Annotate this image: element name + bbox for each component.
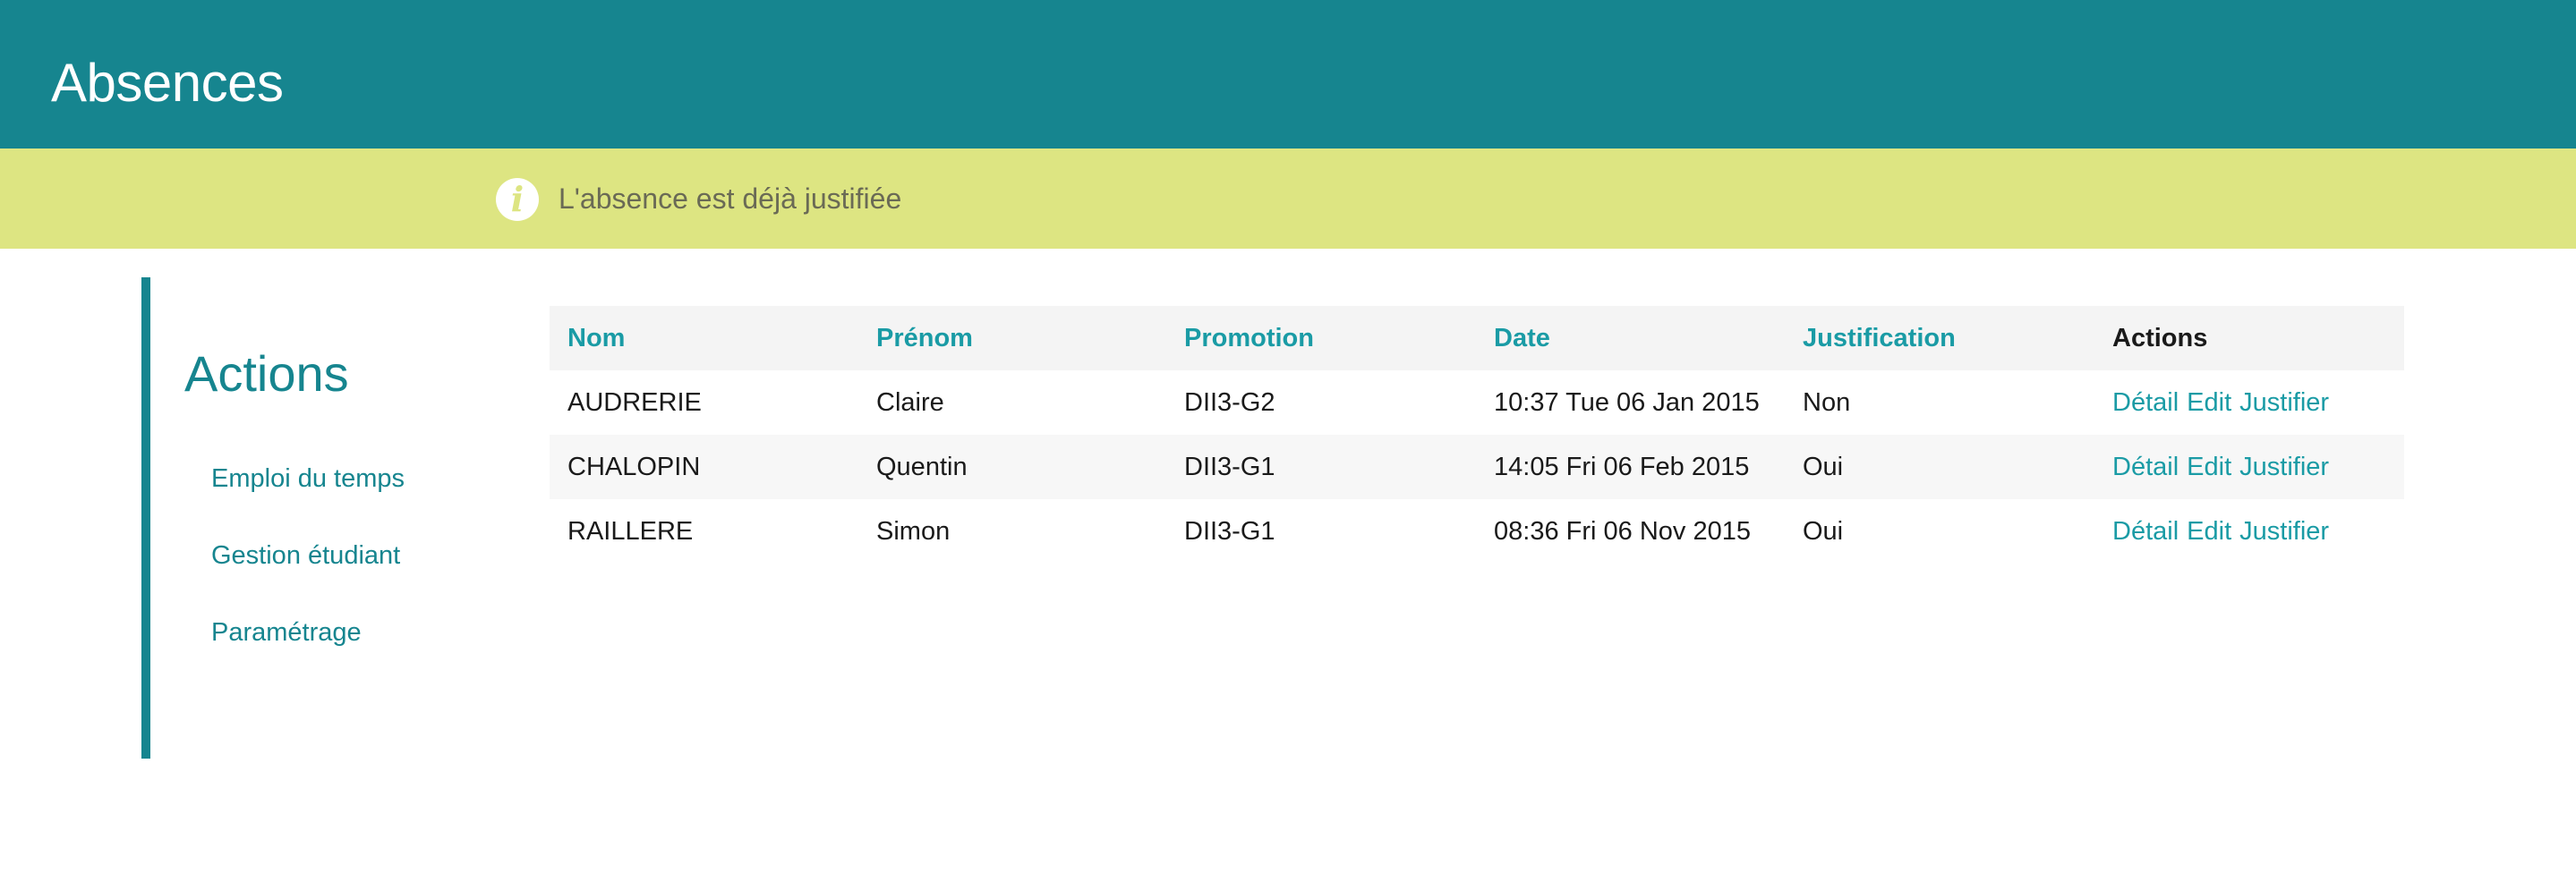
column-header-nom[interactable]: Nom <box>550 306 858 370</box>
cell-date: 14:05 Fri 06 Feb 2015 <box>1494 452 1750 481</box>
table-row: RAILLERE Simon DII3-G1 08:36 Fri 06 Nov … <box>550 499 2404 564</box>
alert-message: L'absence est déjà justifiée <box>559 182 902 215</box>
cell-prenom: Claire <box>876 387 944 417</box>
column-header-justification[interactable]: Justification <box>1785 306 2094 370</box>
detail-link[interactable]: Détail <box>2112 453 2179 481</box>
cell-justification: Oui <box>1803 452 1844 481</box>
sidebar-item-gestion-etudiant[interactable]: Gestion étudiant <box>211 539 400 572</box>
cell-nom: CHALOPIN <box>567 452 701 481</box>
sidebar-item-emploi-du-temps[interactable]: Emploi du temps <box>211 462 405 495</box>
justifier-link[interactable]: Justifier <box>2239 388 2329 417</box>
cell-prenom: Simon <box>876 516 951 546</box>
cell-prenom: Quentin <box>876 452 968 481</box>
column-header-promotion[interactable]: Promotion <box>1166 306 1476 370</box>
sidebar-divider <box>141 277 150 759</box>
cell-date: 10:37 Tue 06 Jan 2015 <box>1494 387 1760 417</box>
table-row: CHALOPIN Quentin DII3-G1 14:05 Fri 06 Fe… <box>550 435 2404 499</box>
cell-promotion: DII3-G1 <box>1184 452 1275 481</box>
sidebar-title: Actions <box>184 345 349 402</box>
page-title: Absences <box>51 53 284 113</box>
edit-link[interactable]: Edit <box>2187 517 2231 546</box>
detail-link[interactable]: Détail <box>2112 388 2179 417</box>
detail-link[interactable]: Détail <box>2112 517 2179 546</box>
absences-table: Nom Prénom Promotion Date Justification … <box>550 306 2404 564</box>
app-header: Absences <box>0 0 2576 148</box>
absences-table-container: Nom Prénom Promotion Date Justification … <box>550 306 2404 564</box>
sidebar-item-parametrage[interactable]: Paramétrage <box>211 616 362 649</box>
justifier-link[interactable]: Justifier <box>2239 517 2329 546</box>
cell-justification: Oui <box>1803 516 1844 546</box>
cell-actions: Détail Edit Justifier <box>2094 499 2404 564</box>
edit-link[interactable]: Edit <box>2187 453 2231 481</box>
info-alert <box>0 148 2576 249</box>
info-icon: i <box>496 178 539 221</box>
cell-nom: AUDRERIE <box>567 387 702 417</box>
cell-actions: Détail Edit Justifier <box>2094 435 2404 499</box>
cell-justification: Non <box>1803 387 1851 417</box>
cell-date: 08:36 Fri 06 Nov 2015 <box>1494 516 1751 546</box>
table-header-row: Nom Prénom Promotion Date Justification … <box>550 306 2404 370</box>
justifier-link[interactable]: Justifier <box>2239 453 2329 481</box>
cell-nom: RAILLERE <box>567 516 694 546</box>
cell-actions: Détail Edit Justifier <box>2094 370 2404 435</box>
cell-promotion: DII3-G2 <box>1184 387 1275 417</box>
column-header-date[interactable]: Date <box>1476 306 1785 370</box>
edit-link[interactable]: Edit <box>2187 388 2231 417</box>
table-row: AUDRERIE Claire DII3-G2 10:37 Tue 06 Jan… <box>550 370 2404 435</box>
column-header-prenom[interactable]: Prénom <box>858 306 1166 370</box>
column-header-actions: Actions <box>2112 323 2208 352</box>
cell-promotion: DII3-G1 <box>1184 516 1275 546</box>
